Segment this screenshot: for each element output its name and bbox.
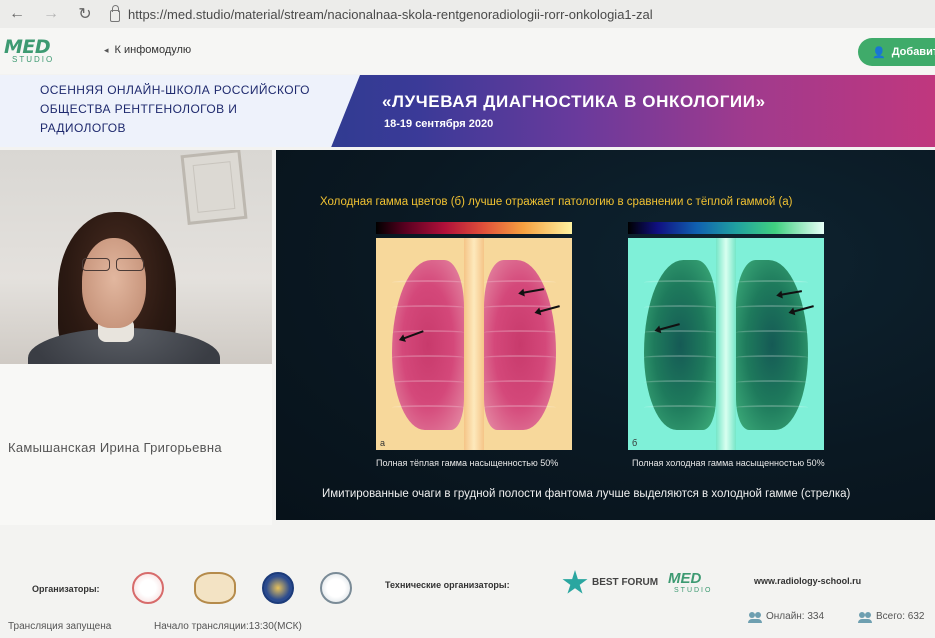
spine	[716, 238, 736, 450]
organizer-emblem-logo[interactable]	[194, 572, 236, 604]
reload-icon[interactable]: ↻	[76, 4, 94, 24]
total-counter: Всего: 632	[858, 611, 925, 623]
slide-footer-text: Имитированные очаги в грудной полости фа…	[322, 488, 851, 500]
add-button-label: Добавит	[891, 46, 935, 58]
add-button[interactable]: 👤 Добавит	[858, 38, 935, 66]
stream-area: Камышанская Ирина Григорьевна Холодная г…	[0, 150, 935, 525]
url-text[interactable]: https://med.studio/material/stream/nacio…	[128, 7, 653, 22]
site-header: MED STUDIO ◂ К инфомодулю 👤 Добавит	[0, 28, 935, 74]
event-title: «ЛУЧЕВАЯ ДИАГНОСТИКА В ОНКОЛОГИИ»	[382, 92, 766, 111]
chevron-left-icon: ◂	[104, 44, 109, 55]
xray-warm-palette: а	[376, 222, 572, 450]
xray-film-warm: а	[376, 238, 572, 450]
best-forum-logo[interactable]: BEST FORUM	[562, 570, 658, 596]
add-user-icon: 👤	[872, 46, 886, 59]
online-count: Онлайн: 334	[766, 611, 825, 622]
left-lung	[392, 260, 464, 430]
xray-film-cold: б	[628, 238, 824, 450]
footer-med-studio-logo[interactable]: MED STUDIO	[668, 570, 712, 594]
image-letter-a: а	[380, 438, 386, 448]
users-icon	[748, 612, 762, 623]
lungs-society-logo[interactable]	[320, 572, 352, 604]
med-studio-logo[interactable]: MED STUDIO	[4, 36, 74, 66]
stream-status: Трансляция запущена	[8, 621, 112, 632]
event-banner: Осенняя онлайн-школа Российского обществ…	[0, 75, 935, 147]
lock-icon	[110, 5, 120, 22]
school-title: Осенняя онлайн-школа Российского обществ…	[40, 83, 310, 135]
back-arrow-icon[interactable]: ←	[8, 5, 26, 23]
speaker-video[interactable]	[0, 150, 272, 364]
logo-subtext: STUDIO	[12, 55, 55, 64]
color-scale-cold	[628, 222, 824, 234]
right-lung	[484, 260, 556, 430]
best-forum-text: BEST FORUM	[592, 577, 659, 588]
total-count: Всего: 632	[876, 611, 925, 622]
online-counter: Онлайн: 334	[748, 611, 825, 623]
footer-logo-subtext: STUDIO	[674, 587, 713, 594]
speaker-panel: Камышанская Ирина Григорьевна	[0, 364, 272, 525]
caption-warm: Полная тёплая гамма насыщенностью 50%	[376, 458, 559, 468]
back-to-infomodule-link[interactable]: ◂ К инфомодулю	[104, 44, 191, 56]
back-link-label: К инфомодулю	[114, 44, 192, 56]
forward-arrow-icon[interactable]: →	[42, 5, 60, 23]
xray-cold-palette: б	[628, 222, 824, 450]
presentation-slide[interactable]: Холодная гамма цветов (б) лучше отражает…	[276, 150, 935, 520]
website-link[interactable]: www.radiology-school.ru	[754, 576, 861, 586]
wall-frame	[180, 150, 248, 225]
tech-organizers-label: Технические организаторы:	[385, 580, 510, 590]
users-icon	[858, 612, 872, 623]
image-letter-b: б	[632, 438, 638, 448]
footer-logo-text: MED	[668, 570, 702, 587]
caption-cold: Полная холодная гамма насыщенностью 50%	[632, 458, 825, 468]
stream-start-time: Начало трансляции:13:30(МСК)	[154, 621, 302, 632]
right-lung	[736, 260, 808, 430]
star-icon	[562, 570, 588, 594]
browser-toolbar: ← → ↻ https://med.studio/material/stream…	[0, 0, 935, 28]
color-scale-warm	[376, 222, 572, 234]
organizers-label: Организаторы:	[32, 584, 100, 594]
slide-heading: Холодная гамма цветов (б) лучше отражает…	[320, 196, 793, 208]
event-dates: 18-19 сентября 2020	[384, 118, 494, 130]
spine	[464, 238, 484, 450]
speaker-name: Камышанская Ирина Григорьевна	[8, 440, 222, 455]
glasses	[80, 258, 146, 271]
page-footer: Организаторы: Технические организаторы: …	[0, 560, 935, 638]
university-seal-logo[interactable]	[262, 572, 294, 604]
address-bar[interactable]: https://med.studio/material/stream/nacio…	[110, 5, 653, 22]
rorr-logo[interactable]	[132, 572, 164, 604]
left-lung	[644, 260, 716, 430]
speaker-face	[82, 238, 146, 328]
